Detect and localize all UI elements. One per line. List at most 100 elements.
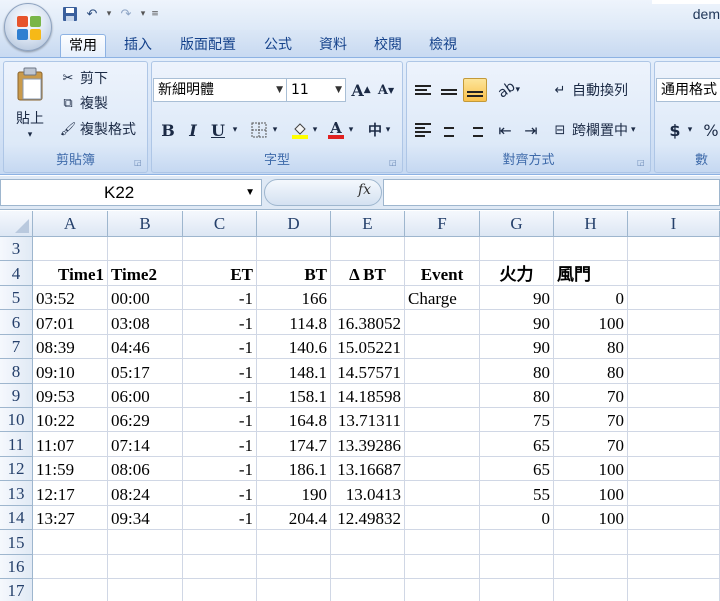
- align-right-icon[interactable]: [463, 118, 487, 142]
- column-header-f[interactable]: F: [405, 211, 480, 237]
- tab-insert[interactable]: 插入: [116, 34, 160, 58]
- cell-h13[interactable]: 100: [554, 481, 628, 506]
- cell-i13[interactable]: [628, 481, 720, 506]
- underline-dropdown-icon[interactable]: ▾: [230, 118, 240, 142]
- column-header-a[interactable]: A: [33, 211, 108, 237]
- cell-i17[interactable]: [628, 579, 720, 601]
- cell-c4[interactable]: ET: [183, 261, 257, 286]
- cell-d14[interactable]: 204.4: [257, 506, 331, 530]
- cell-a12[interactable]: 11:59: [33, 457, 108, 481]
- cell-f16[interactable]: [405, 555, 480, 579]
- tab-home[interactable]: 常用: [60, 34, 106, 58]
- cell-f8[interactable]: [405, 359, 480, 384]
- row-header-14[interactable]: 14: [0, 506, 33, 530]
- currency-dropdown-icon[interactable]: ▾: [685, 118, 695, 142]
- clipboard-dialog-launcher-icon[interactable]: ◲: [134, 158, 144, 168]
- undo-icon[interactable]: ↶: [82, 4, 102, 24]
- cell-e8[interactable]: 14.57571: [331, 359, 405, 384]
- alignment-dialog-launcher-icon[interactable]: ◲: [637, 158, 647, 168]
- phonetic-dropdown-icon[interactable]: ▾: [383, 118, 393, 142]
- cell-g3[interactable]: [480, 237, 554, 261]
- column-header-d[interactable]: D: [257, 211, 331, 237]
- row-header-13[interactable]: 13: [0, 481, 33, 506]
- cell-b4[interactable]: Time2: [108, 261, 183, 286]
- row-header-10[interactable]: 10: [0, 408, 33, 432]
- merge-center-button[interactable]: ⊟ 跨欄置中 ▾: [551, 120, 636, 140]
- cell-g9[interactable]: 80: [480, 384, 554, 408]
- italic-button[interactable]: I: [181, 118, 205, 142]
- row-header-4[interactable]: 4: [0, 261, 33, 286]
- cell-h7[interactable]: 80: [554, 335, 628, 359]
- row-header-17[interactable]: 17: [0, 579, 33, 601]
- cell-b10[interactable]: 06:29: [108, 408, 183, 432]
- cell-h12[interactable]: 100: [554, 457, 628, 481]
- column-header-c[interactable]: C: [183, 211, 257, 237]
- cell-g15[interactable]: [480, 530, 554, 555]
- cell-a9[interactable]: 09:53: [33, 384, 108, 408]
- cell-f7[interactable]: [405, 335, 480, 359]
- align-top-icon[interactable]: [411, 78, 435, 102]
- cell-h8[interactable]: 80: [554, 359, 628, 384]
- cell-a7[interactable]: 08:39: [33, 335, 108, 359]
- cell-i14[interactable]: [628, 506, 720, 530]
- column-header-h[interactable]: H: [554, 211, 628, 237]
- cell-g6[interactable]: 90: [480, 310, 554, 335]
- office-button[interactable]: [4, 3, 52, 51]
- undo-dropdown-icon[interactable]: ▾: [104, 9, 114, 19]
- fill-color-icon[interactable]: [288, 118, 312, 142]
- cell-h11[interactable]: 70: [554, 432, 628, 457]
- tab-review[interactable]: 校閱: [366, 34, 410, 58]
- cell-i9[interactable]: [628, 384, 720, 408]
- redo-dropdown-icon[interactable]: ▾: [138, 9, 148, 19]
- cell-c8[interactable]: -1: [183, 359, 257, 384]
- column-header-i[interactable]: I: [628, 211, 720, 237]
- cell-i3[interactable]: [628, 237, 720, 261]
- select-all-corner[interactable]: [0, 211, 33, 237]
- shrink-font-icon[interactable]: A ▼: [374, 78, 398, 102]
- cell-b5[interactable]: 00:00: [108, 286, 183, 310]
- cell-a14[interactable]: 13:27: [33, 506, 108, 530]
- customize-qat-icon[interactable]: ≡: [150, 9, 160, 19]
- cell-c5[interactable]: -1: [183, 286, 257, 310]
- cell-c15[interactable]: [183, 530, 257, 555]
- font-color-icon[interactable]: A: [324, 118, 348, 142]
- cell-a13[interactable]: 12:17: [33, 481, 108, 506]
- font-name-combo[interactable]: 新細明體 ▼: [153, 78, 287, 102]
- cell-e6[interactable]: 16.38052: [331, 310, 405, 335]
- tab-data[interactable]: 資料: [311, 34, 355, 58]
- cell-h3[interactable]: [554, 237, 628, 261]
- copy-button[interactable]: ⧉ 複製: [59, 93, 108, 113]
- cell-e4[interactable]: Δ BT: [331, 261, 405, 286]
- cell-d6[interactable]: 114.8: [257, 310, 331, 335]
- cell-g13[interactable]: 55: [480, 481, 554, 506]
- formula-input[interactable]: [383, 179, 720, 206]
- name-box-dropdown-icon[interactable]: ▼: [245, 180, 255, 205]
- cell-g4[interactable]: 火力: [480, 261, 554, 286]
- row-header-11[interactable]: 11: [0, 432, 33, 457]
- cell-c16[interactable]: [183, 555, 257, 579]
- cell-d15[interactable]: [257, 530, 331, 555]
- cell-e9[interactable]: 14.18598: [331, 384, 405, 408]
- cell-b17[interactable]: [108, 579, 183, 601]
- cell-c14[interactable]: -1: [183, 506, 257, 530]
- cell-i11[interactable]: [628, 432, 720, 457]
- increase-indent-icon[interactable]: ⇥: [519, 118, 543, 142]
- cell-d13[interactable]: 190: [257, 481, 331, 506]
- cell-h15[interactable]: [554, 530, 628, 555]
- format-painter-button[interactable]: 🖌 複製格式: [59, 119, 136, 139]
- cell-e15[interactable]: [331, 530, 405, 555]
- cell-b8[interactable]: 05:17: [108, 359, 183, 384]
- cell-f3[interactable]: [405, 237, 480, 261]
- row-header-9[interactable]: 9: [0, 384, 33, 408]
- redo-icon[interactable]: ↷: [116, 4, 136, 24]
- number-format-combo[interactable]: 通用格式: [656, 78, 720, 102]
- cell-g7[interactable]: 90: [480, 335, 554, 359]
- cell-c9[interactable]: -1: [183, 384, 257, 408]
- row-header-15[interactable]: 15: [0, 530, 33, 555]
- column-header-g[interactable]: G: [480, 211, 554, 237]
- cell-a16[interactable]: [33, 555, 108, 579]
- row-header-16[interactable]: 16: [0, 555, 33, 579]
- cell-c13[interactable]: -1: [183, 481, 257, 506]
- cell-b7[interactable]: 04:46: [108, 335, 183, 359]
- decrease-indent-icon[interactable]: ⇤: [493, 118, 517, 142]
